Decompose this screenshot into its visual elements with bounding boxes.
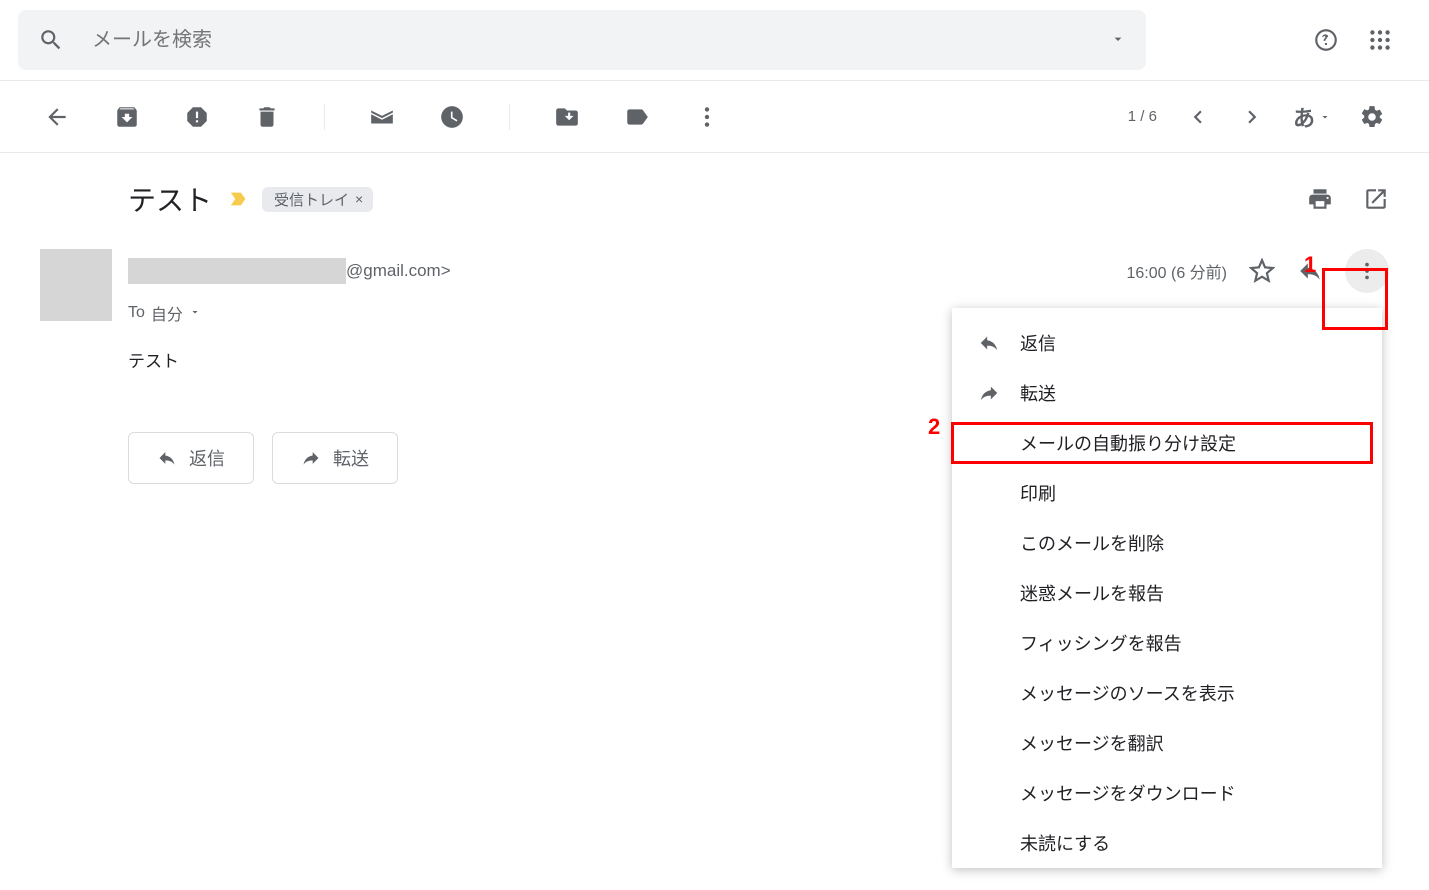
menu-translate-label: メッセージを翻訳 <box>1020 730 1164 756</box>
message-more-menu: 返信 転送 メールの自動振り分け設定 印刷 このメールを削除 迷惑メールを報告 … <box>952 308 1382 868</box>
menu-reply-label: 返信 <box>1020 330 1056 356</box>
input-method-indicator[interactable]: あ <box>1293 101 1331 133</box>
more-icon[interactable] <box>694 104 720 130</box>
print-icon[interactable] <box>1307 186 1333 212</box>
reply-icon[interactable] <box>1297 258 1323 284</box>
next-icon[interactable] <box>1239 104 1265 130</box>
menu-phishing[interactable]: フィッシングを報告 <box>952 618 1382 668</box>
prev-icon[interactable] <box>1185 104 1211 130</box>
archive-icon[interactable] <box>114 104 140 130</box>
menu-print-label: 印刷 <box>1020 480 1056 506</box>
menu-forward[interactable]: 転送 <box>952 368 1382 418</box>
important-marker-icon[interactable] <box>228 188 250 210</box>
remove-label-icon[interactable]: × <box>355 191 363 207</box>
menu-phishing-label: フィッシングを報告 <box>1020 630 1182 656</box>
separator <box>324 104 325 130</box>
page-counter: 1 / 6 <box>1128 108 1157 125</box>
menu-mark-unread[interactable]: 未読にする <box>952 818 1382 868</box>
menu-reply[interactable]: 返信 <box>952 318 1382 368</box>
menu-translate[interactable]: メッセージを翻訳 <box>952 718 1382 768</box>
report-spam-icon[interactable] <box>184 104 210 130</box>
reply-button[interactable]: 返信 <box>128 432 254 484</box>
avatar <box>40 249 112 321</box>
menu-delete-label: このメールを削除 <box>1020 530 1164 556</box>
toolbar-group-1 <box>114 104 280 130</box>
subject: テスト <box>128 179 212 219</box>
star-icon[interactable] <box>1249 258 1275 284</box>
settings-gear-icon[interactable] <box>1359 104 1385 130</box>
toolbar-left <box>44 104 720 130</box>
sender-top: @gmail.com> 16:00 (6 分前) <box>128 249 1389 293</box>
search-icon[interactable] <box>38 27 64 53</box>
snooze-icon[interactable] <box>439 104 465 130</box>
menu-spam[interactable]: 迷惑メールを報告 <box>952 568 1382 618</box>
move-to-icon[interactable] <box>554 104 580 130</box>
apps-grid-icon[interactable] <box>1367 27 1393 53</box>
mark-unread-icon[interactable] <box>369 104 395 130</box>
forward-icon <box>978 382 1016 404</box>
search-box[interactable] <box>18 10 1146 70</box>
sender-email-suffix: @gmail.com> <box>346 261 451 281</box>
menu-mark-unread-label: 未読にする <box>1020 830 1110 856</box>
sender-meta: 16:00 (6 分前) <box>1127 249 1390 293</box>
menu-forward-label: 転送 <box>1020 380 1056 406</box>
menu-show-original[interactable]: メッセージのソースを表示 <box>952 668 1382 718</box>
forward-button[interactable]: 転送 <box>272 432 398 484</box>
labels-icon[interactable] <box>624 104 650 130</box>
menu-show-original-label: メッセージのソースを表示 <box>1020 680 1235 706</box>
separator <box>509 104 510 130</box>
header-row <box>0 0 1429 80</box>
menu-spam-label: 迷惑メールを報告 <box>1020 580 1164 606</box>
message-more-button[interactable] <box>1345 249 1389 293</box>
search-input[interactable] <box>92 29 1110 52</box>
menu-filter-label: メールの自動振り分け設定 <box>1020 430 1236 456</box>
sender-name-redacted <box>128 258 346 284</box>
menu-delete[interactable]: このメールを削除 <box>952 518 1382 568</box>
menu-download[interactable]: メッセージをダウンロード <box>952 768 1382 818</box>
toolbar-group-3 <box>554 104 720 130</box>
inbox-label-chip[interactable]: 受信トレイ × <box>262 187 373 212</box>
toolbar-right: 1 / 6 あ <box>1128 101 1385 133</box>
back-icon[interactable] <box>44 104 70 130</box>
toolbar: 1 / 6 あ <box>0 81 1429 153</box>
menu-filter[interactable]: メールの自動振り分け設定 <box>952 418 1382 468</box>
search-options-caret-icon[interactable] <box>1110 31 1126 50</box>
to-value: 自分 <box>151 301 183 325</box>
support-icon[interactable] <box>1313 27 1339 53</box>
inbox-label-text: 受信トレイ <box>274 189 349 210</box>
forward-button-label: 転送 <box>333 445 369 471</box>
reply-button-label: 返信 <box>189 445 225 471</box>
to-prefix: To <box>128 304 145 322</box>
message-header: テスト 受信トレイ × <box>0 153 1429 225</box>
header-right <box>1313 27 1393 53</box>
message-timestamp: 16:00 (6 分前) <box>1127 259 1228 283</box>
menu-download-label: メッセージをダウンロード <box>1020 780 1236 806</box>
delete-icon[interactable] <box>254 104 280 130</box>
input-method-label: あ <box>1293 101 1315 133</box>
reply-icon <box>978 332 1016 354</box>
menu-print[interactable]: 印刷 <box>952 468 1382 518</box>
toolbar-group-2 <box>369 104 465 130</box>
message-header-actions <box>1307 186 1389 212</box>
to-details-caret-icon[interactable] <box>189 306 201 321</box>
open-new-window-icon[interactable] <box>1363 186 1389 212</box>
